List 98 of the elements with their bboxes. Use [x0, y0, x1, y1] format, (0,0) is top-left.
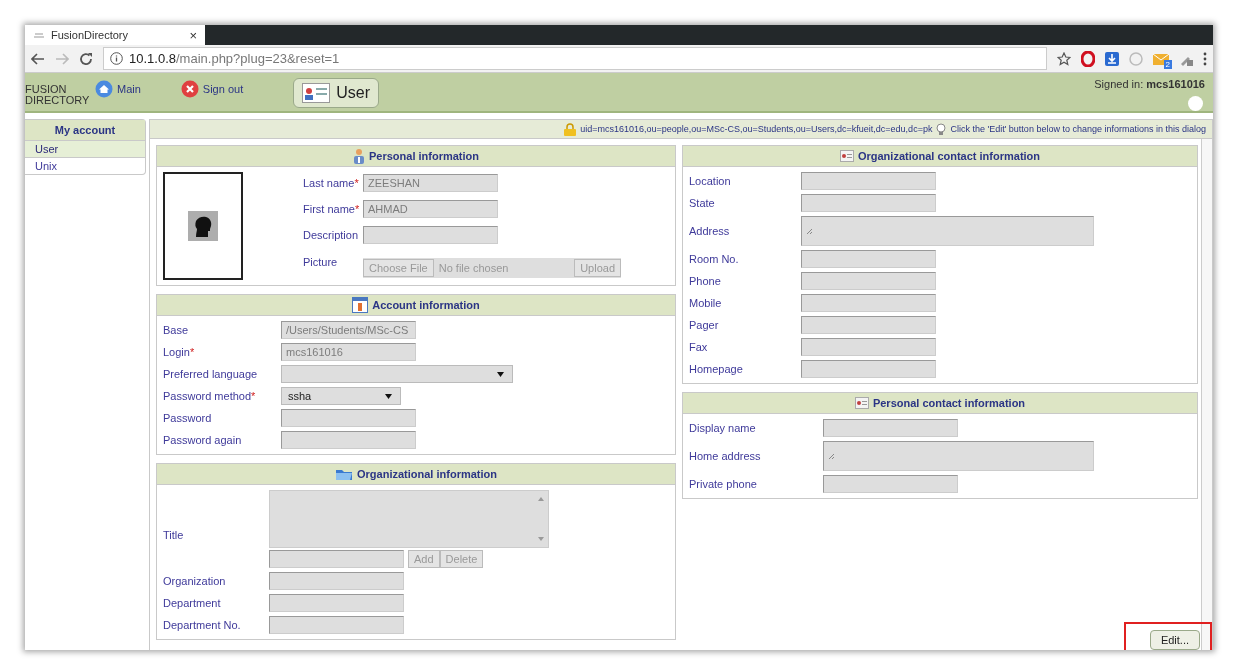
dropdown[interactable]: ssha	[281, 387, 401, 405]
signed-in-text: Signed in: mcs161016	[1094, 78, 1205, 90]
text-field[interactable]	[269, 572, 404, 590]
status-indicator	[1188, 96, 1203, 111]
field-label: State	[689, 197, 716, 209]
field-label: Fax	[689, 341, 709, 353]
text-area[interactable]	[823, 441, 1094, 471]
nav-link[interactable]: Main	[95, 80, 141, 98]
mail-icon[interactable]	[1153, 51, 1169, 66]
text-field[interactable]	[269, 550, 404, 568]
field-label: Title	[163, 528, 185, 541]
text-field[interactable]	[823, 475, 958, 493]
close-tab-button[interactable]: ×	[189, 27, 197, 43]
user-card-icon	[302, 83, 331, 103]
field-label: Password	[163, 412, 213, 424]
field-label: Description	[303, 229, 360, 241]
field-label: Picture	[303, 256, 339, 268]
field-label: Pager	[689, 319, 720, 331]
field-label: Mobile	[689, 297, 723, 309]
section-title: Personal contact information	[872, 397, 1026, 409]
text-field[interactable]	[801, 194, 936, 212]
reload-icon[interactable]	[79, 51, 93, 66]
field-label: Password again	[163, 434, 243, 446]
field-label: Room No.	[689, 253, 740, 265]
field-label: First name*	[303, 203, 361, 215]
plugin-title: User	[293, 78, 379, 108]
field-label: Display name	[689, 422, 757, 434]
text-field[interactable]	[801, 250, 936, 268]
field-label: Base	[163, 324, 190, 336]
field-label: Department No.	[163, 619, 242, 631]
section-title: Personal information	[369, 150, 479, 162]
notification-badge: 2	[1163, 59, 1172, 69]
edit-button[interactable]: Edit...	[1149, 630, 1200, 650]
head-silhouette-icon	[188, 211, 218, 241]
field-label: Homepage	[689, 363, 744, 375]
forward-icon[interactable]	[55, 52, 69, 65]
text-field[interactable]	[801, 172, 936, 190]
info-icon	[110, 52, 123, 65]
nav-link[interactable]: Sign out	[180, 80, 244, 98]
text-field[interactable]	[269, 594, 404, 612]
download-icon[interactable]	[1105, 51, 1119, 66]
more-options-icon[interactable]	[1203, 51, 1207, 66]
resize-grip-icon	[806, 227, 813, 235]
text-area[interactable]	[801, 216, 1094, 246]
field-label: Location	[689, 175, 732, 187]
field-label: Last name*	[303, 177, 360, 189]
text-field[interactable]	[363, 226, 498, 244]
home-icon[interactable]	[95, 80, 113, 98]
text-field[interactable]	[801, 272, 936, 290]
sidebar-title: My account	[25, 120, 145, 141]
field-label: Department	[163, 597, 222, 609]
resize-grip-icon	[828, 452, 835, 460]
sidebar-item[interactable]: Unix	[25, 158, 145, 174]
sidebar-item[interactable]: User	[25, 141, 145, 158]
lock-icon	[564, 122, 577, 136]
field-label: Password method*	[163, 390, 257, 402]
text-field[interactable]	[801, 294, 936, 312]
caret-icon	[497, 371, 504, 377]
folder-icon	[335, 467, 353, 481]
section-title: Organizational contact information	[857, 150, 1041, 162]
title-list[interactable]	[269, 490, 549, 548]
browser-tab[interactable]: FusionDirectory ×	[25, 25, 205, 45]
text-field[interactable]	[281, 431, 416, 449]
form-icon	[352, 297, 369, 313]
contact-card-icon	[839, 150, 854, 162]
skype-icon[interactable]	[1129, 51, 1143, 66]
sign-out-icon[interactable]	[180, 80, 199, 98]
back-icon[interactable]	[31, 52, 45, 65]
lightbulb-icon	[936, 122, 947, 136]
contact-card-icon	[854, 397, 869, 409]
dropdown[interactable]	[281, 365, 513, 383]
section-title: Account information	[372, 299, 480, 311]
file-status: No file chosen	[437, 262, 510, 274]
url-text: 10.1.0.8/main.php?plug=23&reset=1	[129, 51, 340, 66]
text-field[interactable]	[269, 616, 404, 634]
scroll-arrows-icon	[538, 497, 544, 541]
caret-icon	[385, 393, 392, 399]
field-label: Address	[689, 225, 731, 237]
text-field[interactable]	[801, 316, 936, 334]
text-field[interactable]	[281, 409, 416, 427]
text-field[interactable]	[823, 419, 958, 437]
text-field[interactable]	[801, 338, 936, 356]
hint-text: Click the 'Edit' button below to change informations in this dialog	[950, 124, 1206, 134]
fusion-directory-logo: FUSION DIRECTORY	[25, 82, 91, 106]
field-label: Phone	[689, 275, 722, 287]
field-label: Home address	[689, 450, 762, 462]
bookmark-star-icon[interactable]	[1057, 51, 1071, 66]
dn-text: uid=mcs161016,ou=people,ou=MSc-CS,ou=Students,ou=Users,dc=kfueit,dc=edu,dc=pk	[580, 124, 933, 134]
field-label: Organization	[163, 575, 227, 587]
address-bar[interactable]: 10.1.0.8/main.php?plug=23&reset=1	[103, 47, 1047, 70]
field-label: Preferred language	[163, 368, 259, 380]
favicon-icon	[33, 31, 45, 39]
section-title: Organizational information	[357, 468, 497, 480]
field-label: Private phone	[689, 478, 758, 490]
field-label: Login*	[163, 346, 196, 358]
text-field[interactable]	[801, 360, 936, 378]
person-icon	[353, 148, 365, 164]
opera-icon[interactable]	[1081, 50, 1095, 67]
